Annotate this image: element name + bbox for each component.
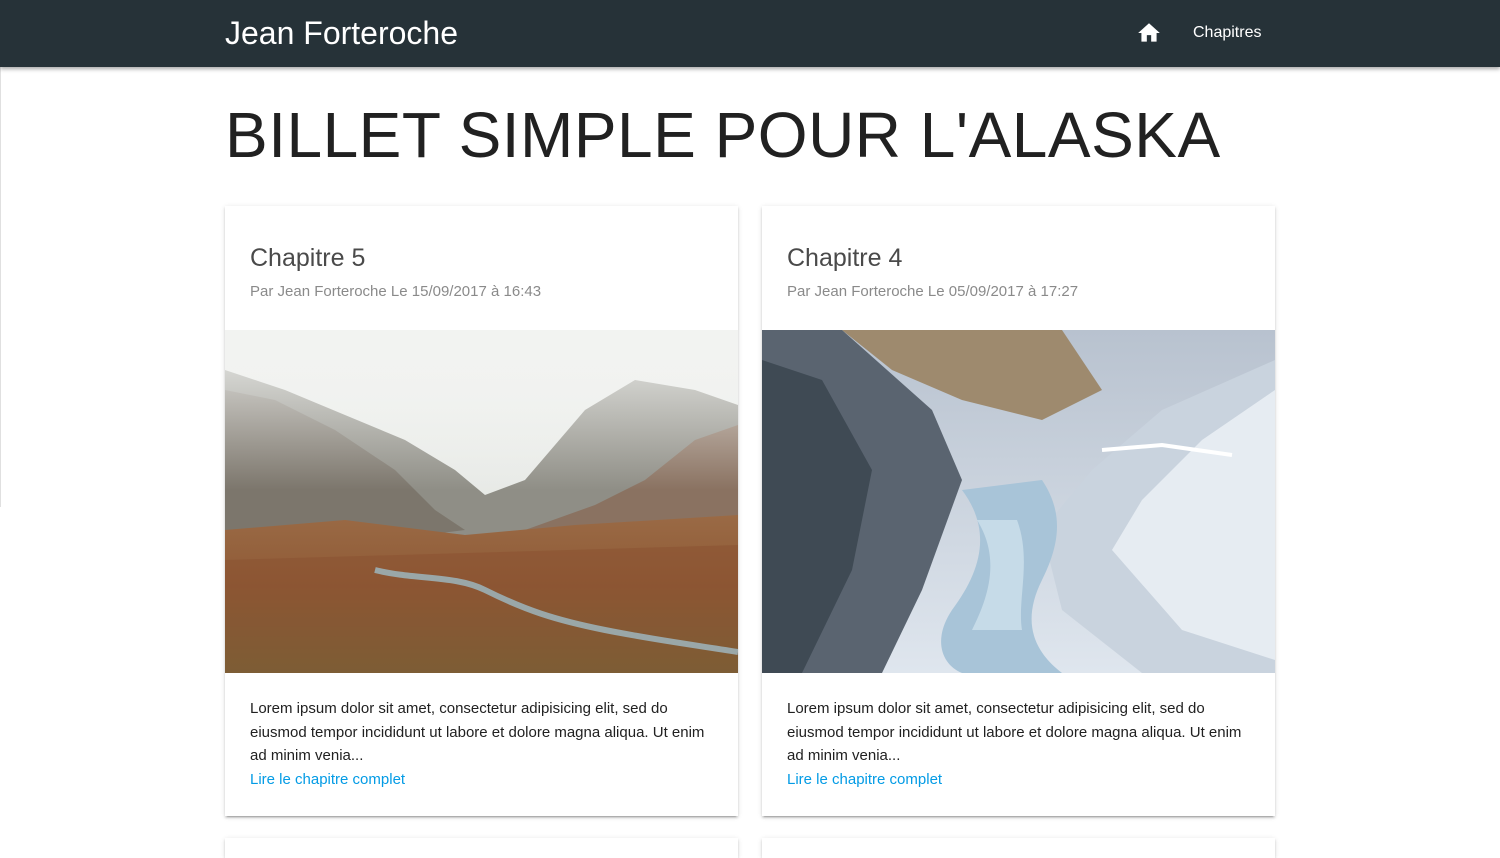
post-card-header: Chapitre 5 Par Jean Forteroche Le 15/09/… [250,242,541,302]
post-image [225,330,738,673]
page-title: BILLET SIMPLE POUR L'ALASKA [225,99,1221,171]
read-more-link[interactable]: Lire le chapitre complet [787,768,942,792]
nav-link-chapitres[interactable]: Chapitres [1193,23,1261,43]
read-more-link[interactable]: Lire le chapitre complet [250,768,405,792]
brand-logo-link[interactable]: Jean Forteroche [225,13,458,53]
left-divider [0,67,1,507]
top-navbar: Jean Forteroche Chapitres [0,0,1500,67]
home-icon[interactable] [1135,20,1163,46]
post-image [762,330,1275,673]
post-title: Chapitre 4 [787,244,903,272]
post-meta: Par Jean Forteroche Le 05/09/2017 à 17:2… [787,283,1079,300]
post-card: Chapitre 4 Par Jean Forteroche Le 05/09/… [762,206,1275,816]
post-card-partial [225,838,738,858]
post-card: Chapitre 5 Par Jean Forteroche Le 15/09/… [225,206,738,816]
post-title: Chapitre 5 [250,244,366,272]
post-card-body: Lorem ipsum dolor sit amet, consectetur … [787,697,1250,791]
post-card-header: Chapitre 4 Par Jean Forteroche Le 05/09/… [787,242,1078,302]
post-card-body: Lorem ipsum dolor sit amet, consectetur … [250,697,713,791]
post-meta: Par Jean Forteroche Le 15/09/2017 à 16:4… [250,283,542,300]
post-excerpt: Lorem ipsum dolor sit amet, consectetur … [250,700,705,764]
post-card-partial [762,838,1275,858]
post-excerpt: Lorem ipsum dolor sit amet, consectetur … [787,700,1242,764]
